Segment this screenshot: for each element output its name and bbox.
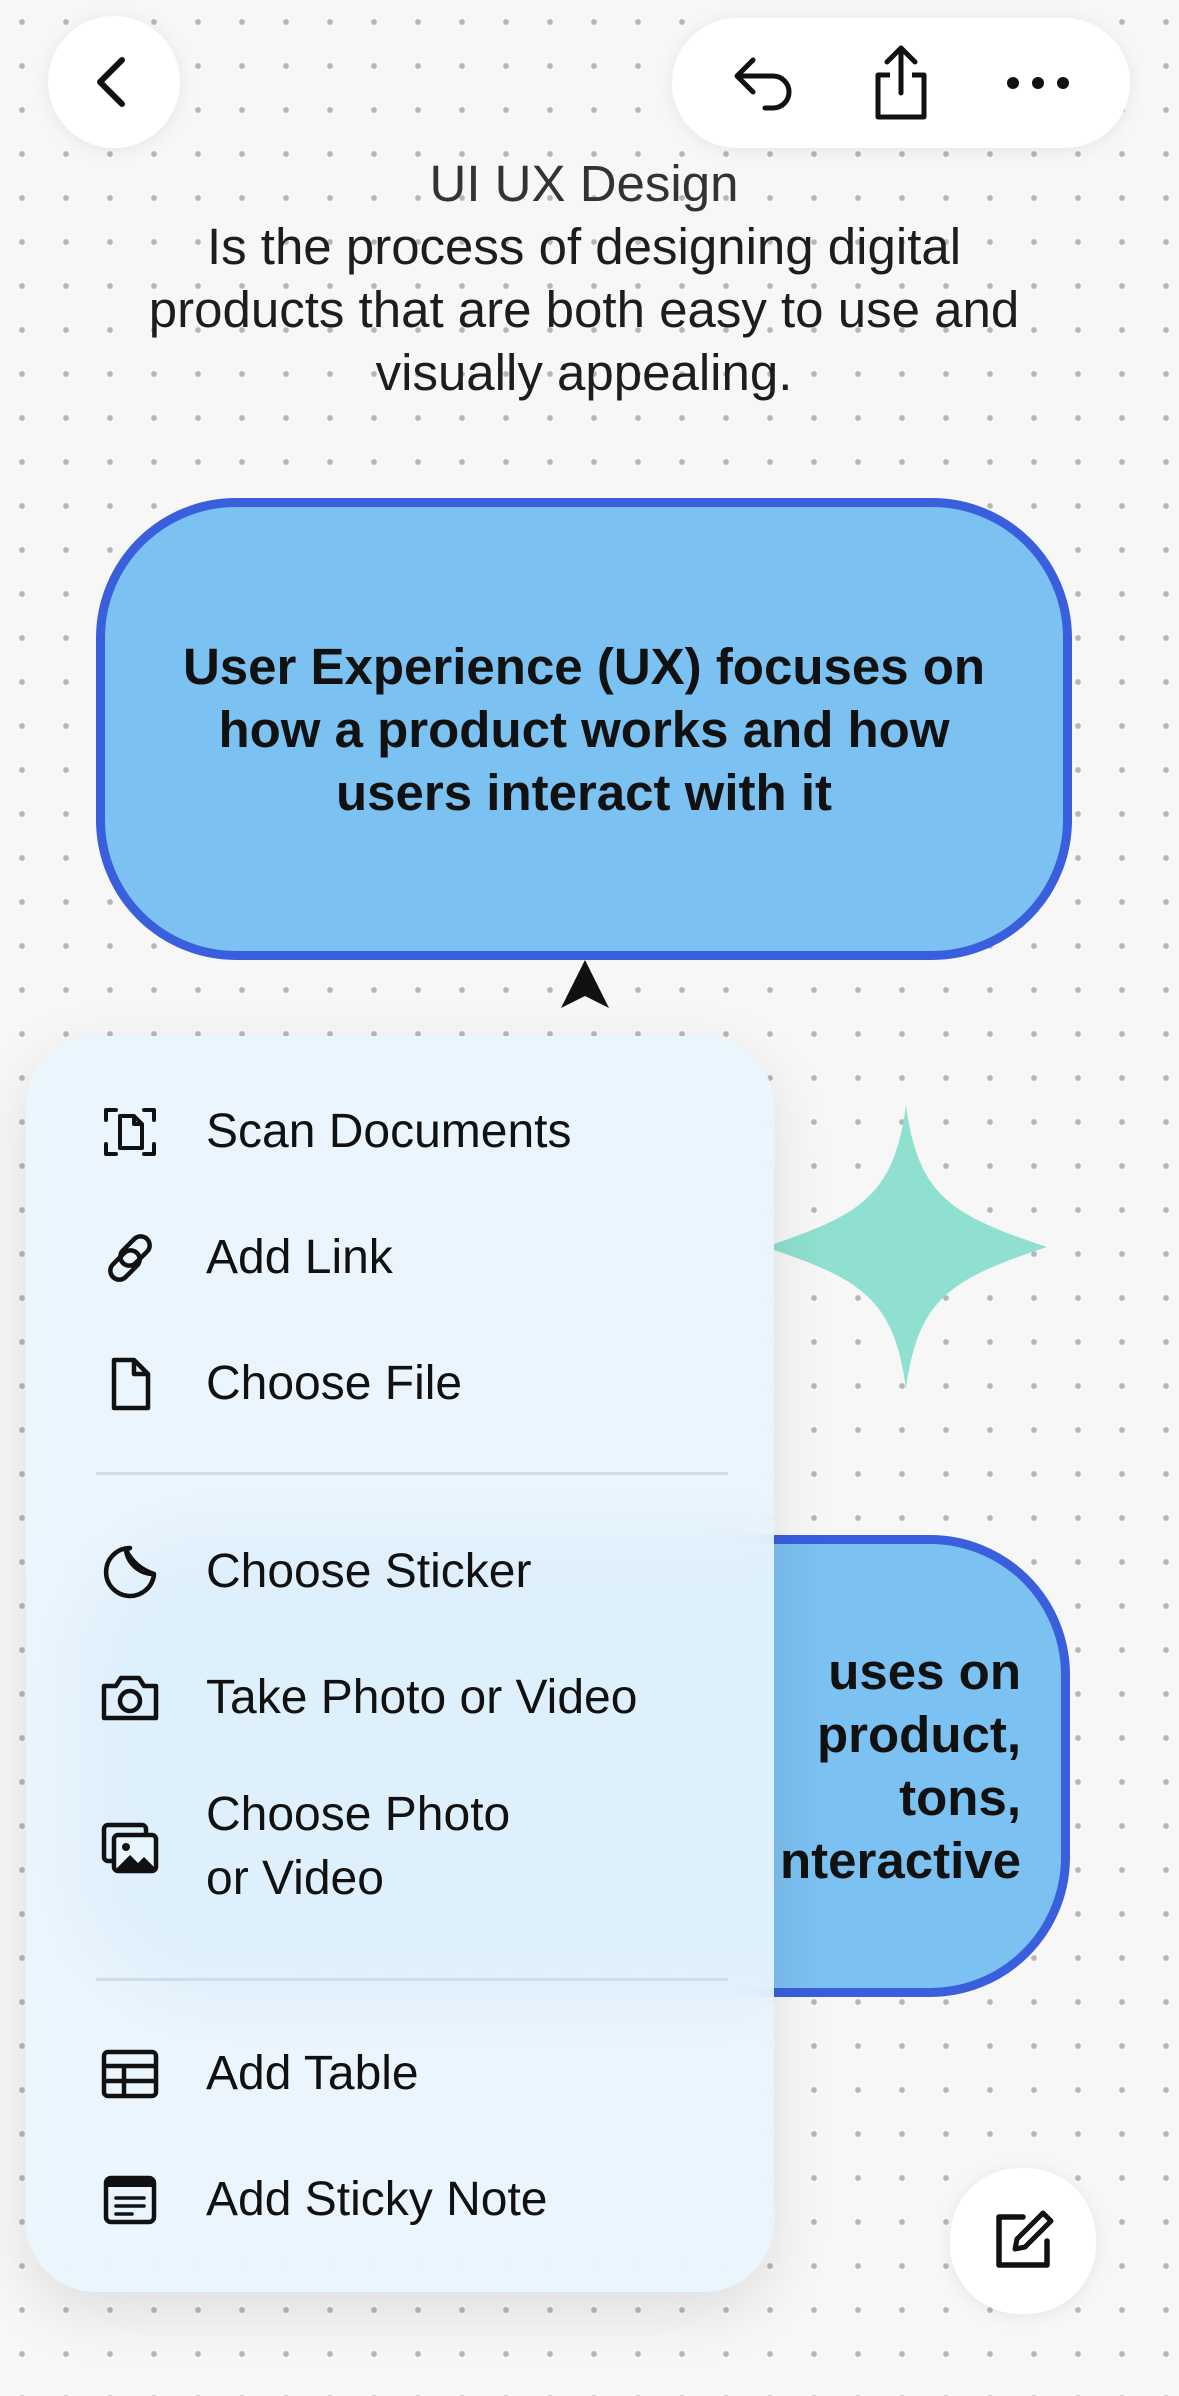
link-icon — [100, 1228, 160, 1288]
undo-button[interactable] — [720, 39, 808, 127]
share-button[interactable] — [857, 39, 945, 127]
chevron-left-icon — [97, 57, 125, 107]
compose-button[interactable] — [950, 2168, 1096, 2314]
undo-icon — [734, 57, 792, 111]
sparkle-shape[interactable] — [760, 1100, 1052, 1394]
description-line: Is the process of designing digital — [206, 218, 962, 275]
compose-icon — [996, 2210, 1054, 2268]
menu-item-choose-file[interactable]: Choose File — [26, 1338, 774, 1430]
description-line: products that are both easy to use and — [148, 281, 1020, 338]
sticker-icon — [100, 1542, 160, 1602]
menu-item-scan-documents[interactable]: Scan Documents — [26, 1086, 774, 1178]
menu-item-choose-sticker[interactable]: Choose Sticker — [26, 1526, 774, 1618]
back-button[interactable] — [48, 16, 180, 148]
menu-item-add-table[interactable]: Add Table — [26, 2028, 774, 2120]
menu-divider — [96, 1978, 728, 1981]
board-description: UI UX Design Is the process of designing… — [60, 152, 1108, 404]
board-title: UI UX Design — [429, 155, 739, 212]
top-toolbar — [672, 18, 1130, 148]
menu-item-take-photo[interactable]: Take Photo or Video — [26, 1652, 774, 1744]
camera-icon — [100, 1668, 160, 1728]
menu-item-choose-photo[interactable]: Choose Photo or Video — [26, 1782, 774, 1912]
scan-document-icon — [100, 1102, 160, 1162]
ux-card-text: User Experience (UX) focuses on how a pr… — [182, 637, 986, 821]
share-icon — [875, 45, 927, 120]
table-icon — [100, 2044, 160, 2104]
insert-menu: Scan Documents Add Link Choose File Choo… — [26, 1036, 774, 2292]
file-icon — [100, 1354, 160, 1414]
photo-library-icon — [100, 1817, 160, 1877]
ui-card-text: uses on product, tons, nteractive — [780, 1643, 1021, 1889]
menu-item-add-sticky-note[interactable]: Add Sticky Note — [26, 2154, 774, 2246]
menu-item-add-link[interactable]: Add Link — [26, 1212, 774, 1304]
description-line: visually appealing. — [375, 344, 793, 401]
ux-card[interactable]: User Experience (UX) focuses on how a pr… — [96, 498, 1072, 960]
ellipsis-icon — [1006, 77, 1069, 89]
more-button[interactable] — [994, 39, 1082, 127]
menu-divider — [96, 1472, 728, 1475]
sticky-note-icon — [100, 2170, 160, 2230]
connector-arrow — [561, 960, 609, 1008]
